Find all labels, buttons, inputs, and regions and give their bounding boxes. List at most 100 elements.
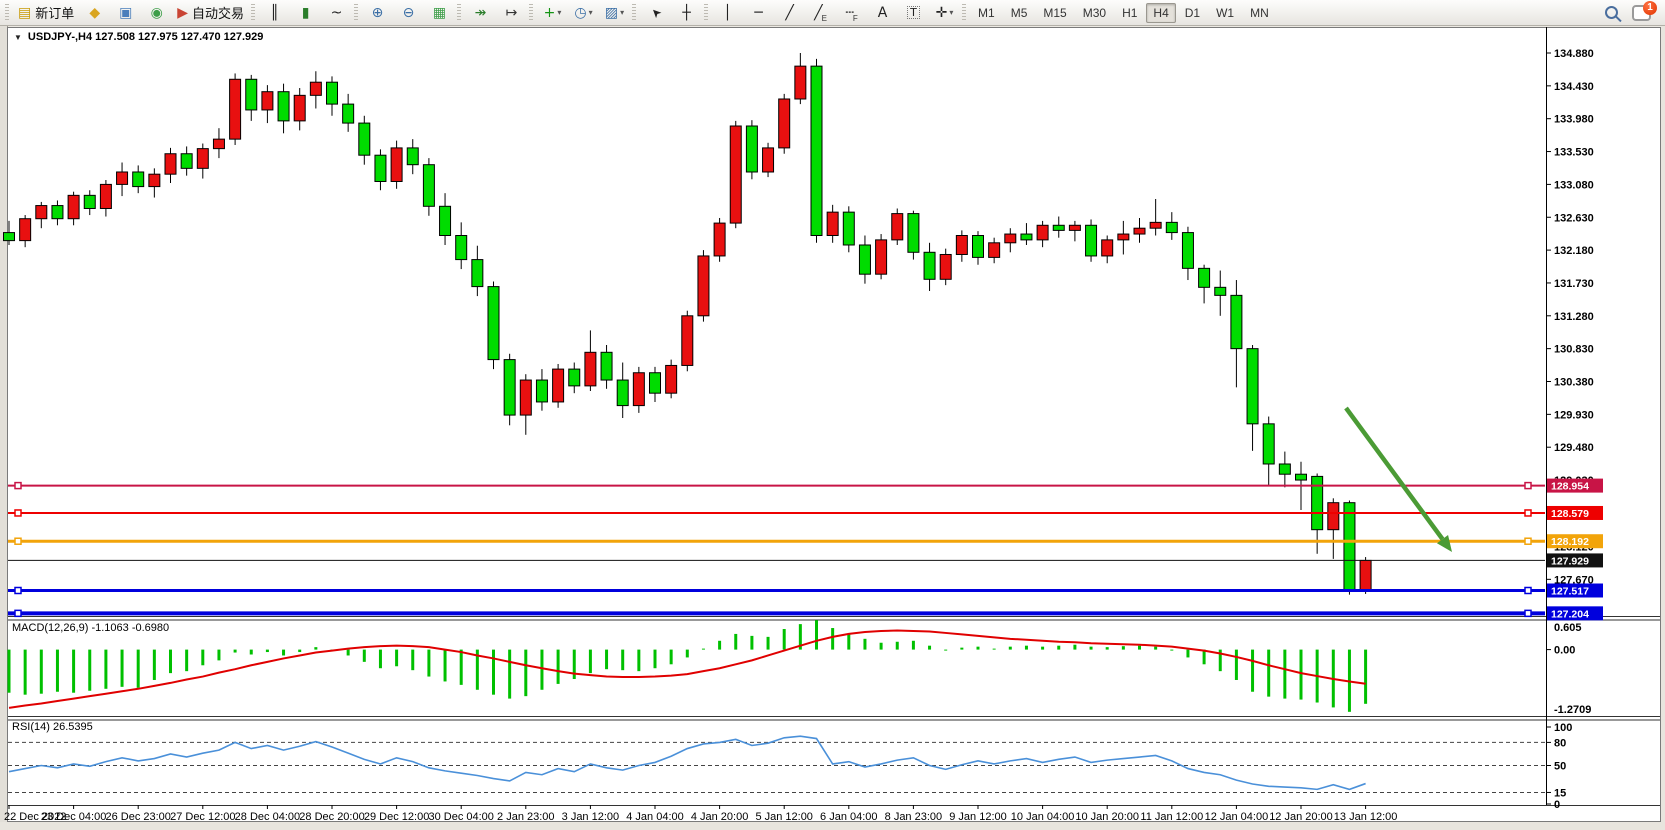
line-handle xyxy=(15,538,21,544)
price-tick-label: 132.630 xyxy=(1554,212,1594,224)
line-handle xyxy=(1525,538,1531,544)
toolbar-grip-timeframes xyxy=(962,4,966,22)
macd-signal-line xyxy=(9,630,1366,707)
cursor-icon[interactable]: ➤ xyxy=(641,1,670,24)
candle-down xyxy=(359,123,370,155)
timeframe-button-m30[interactable]: M30 xyxy=(1076,3,1113,23)
horizontal-line-icon[interactable]: ─ xyxy=(744,1,773,24)
candle-down xyxy=(407,148,418,165)
candle-down xyxy=(1053,225,1064,230)
rsi-pane[interactable] xyxy=(8,727,1551,804)
chat-icon[interactable]: 1 xyxy=(1632,5,1651,21)
svg-text:0.605: 0.605 xyxy=(1554,622,1582,634)
candle-down xyxy=(536,380,547,402)
indicators-button-dropdown-arrow[interactable]: ▾ xyxy=(557,8,561,17)
timeframe-button-m1[interactable]: M1 xyxy=(971,3,1002,23)
crosshair-icon[interactable]: ┼ xyxy=(672,1,701,24)
line-handle xyxy=(1525,610,1531,616)
price-tick-label: 131.280 xyxy=(1554,311,1594,323)
timeframe-button-w1[interactable]: W1 xyxy=(1209,3,1241,23)
auto-scroll-icon[interactable]: ↠ xyxy=(466,1,495,24)
time-tick-label: 5 Jan 12:00 xyxy=(755,811,813,823)
fibonacci-icon[interactable]: ┄F xyxy=(837,1,866,24)
toolbar-grip-trade xyxy=(5,4,9,22)
new-order-button[interactable]: ▤新订单 xyxy=(14,1,78,24)
search-icon[interactable] xyxy=(1605,6,1618,19)
macd-pane[interactable] xyxy=(9,620,1551,712)
one-click-trading-toggle[interactable]: ▼ xyxy=(14,33,22,42)
candle-down xyxy=(924,252,935,279)
zoom-in-icon[interactable]: ⊕ xyxy=(363,1,392,24)
equidistant-channel-icon[interactable]: ╱E xyxy=(806,1,835,24)
candle-up xyxy=(310,82,321,95)
time-tick-label: 26 Dec 23:00 xyxy=(105,811,170,823)
timeframe-button-mn[interactable]: MN xyxy=(1243,3,1276,23)
candle-down xyxy=(1312,476,1323,529)
text-label-icon[interactable]: T xyxy=(899,1,928,24)
candle-up xyxy=(940,254,951,279)
timeframe-button-m15[interactable]: M15 xyxy=(1036,3,1073,23)
timeframe-button-m5[interactable]: M5 xyxy=(1004,3,1035,23)
horizontal-line-128.954[interactable] xyxy=(8,479,1603,493)
candle-down xyxy=(343,104,354,123)
rsi-indicator-label: RSI(14) 26.5395 xyxy=(12,721,93,733)
svg-text:15: 15 xyxy=(1554,787,1566,799)
timeframe-button-h4[interactable]: H4 xyxy=(1146,3,1175,23)
candle-down xyxy=(1199,268,1210,287)
arrows-button-dropdown-arrow[interactable]: ▾ xyxy=(949,8,953,17)
zoom-out-icon[interactable]: ⊖ xyxy=(394,1,423,24)
signals-icon[interactable]: ◉ xyxy=(142,1,171,24)
candle-down xyxy=(1344,503,1355,591)
candle-up xyxy=(391,148,402,182)
svg-text:80: 80 xyxy=(1554,737,1566,749)
line-handle xyxy=(1525,483,1531,489)
candle-up xyxy=(666,365,677,393)
candle-down xyxy=(1247,349,1258,424)
candle-up xyxy=(68,195,79,218)
text-icon[interactable]: A xyxy=(868,1,897,24)
toolbar-grip-drawing xyxy=(704,4,708,22)
templates-button-dropdown-arrow[interactable]: ▾ xyxy=(620,8,624,17)
candle-up xyxy=(149,174,160,186)
candle-up xyxy=(682,316,693,366)
horizontal-line-128.579[interactable] xyxy=(8,506,1603,520)
candle-up xyxy=(1150,222,1161,228)
timeframe-button-h1[interactable]: H1 xyxy=(1115,3,1144,23)
line-chart-icon[interactable]: ~ xyxy=(322,1,351,24)
indicators-button[interactable]: +▾ xyxy=(538,1,567,24)
line-handle xyxy=(1525,587,1531,593)
svg-text:128.579: 128.579 xyxy=(1551,508,1589,520)
horizontal-line-128.192[interactable] xyxy=(8,534,1603,548)
candle-up xyxy=(36,206,47,219)
metaeditor-icon[interactable]: ◆ xyxy=(80,1,109,24)
candle-down xyxy=(375,155,386,181)
time-tick-label: 12 Jan 20:00 xyxy=(1269,811,1333,823)
chart-canvas[interactable]: 134.880134.430133.980133.530133.080132.6… xyxy=(0,0,1665,830)
auto-trading-button[interactable]: ▶自动交易 xyxy=(173,1,248,24)
price-tick-label: 129.480 xyxy=(1554,442,1594,454)
arrows-button[interactable]: ✛▾ xyxy=(930,1,959,24)
svg-text:0: 0 xyxy=(1554,799,1560,811)
trend-arrow-annotation[interactable] xyxy=(1346,408,1452,552)
periods-button-dropdown-arrow[interactable]: ▾ xyxy=(589,8,593,17)
data-window-icon[interactable]: ▣ xyxy=(111,1,140,24)
time-tick-label: 27 Dec 12:00 xyxy=(170,811,235,823)
trendline-icon[interactable]: ╱ xyxy=(775,1,804,24)
candlestick-chart-icon[interactable]: ▮ xyxy=(291,1,320,24)
horizontal-line-127.204[interactable] xyxy=(8,606,1603,620)
candle-up xyxy=(956,236,967,255)
bar-chart-icon[interactable]: ║ xyxy=(260,1,289,24)
vertical-line-icon[interactable]: │ xyxy=(713,1,742,24)
time-tick-label: 2 Jan 23:00 xyxy=(497,811,555,823)
candle-up xyxy=(20,219,31,241)
ohlc-header-text: USDJPY-,H4 127.508 127.975 127.470 127.9… xyxy=(28,31,263,43)
candle-down xyxy=(843,212,854,245)
candle-down xyxy=(908,214,919,253)
chart-shift-icon[interactable]: ↦ xyxy=(497,1,526,24)
candle-up xyxy=(633,373,644,406)
tile-windows-icon[interactable]: ▦ xyxy=(425,1,454,24)
timeframe-button-d1[interactable]: D1 xyxy=(1178,3,1207,23)
candle-up xyxy=(1134,228,1145,234)
periods-button[interactable]: ◷▾ xyxy=(569,1,598,24)
templates-button[interactable]: ▨▾ xyxy=(600,1,629,24)
